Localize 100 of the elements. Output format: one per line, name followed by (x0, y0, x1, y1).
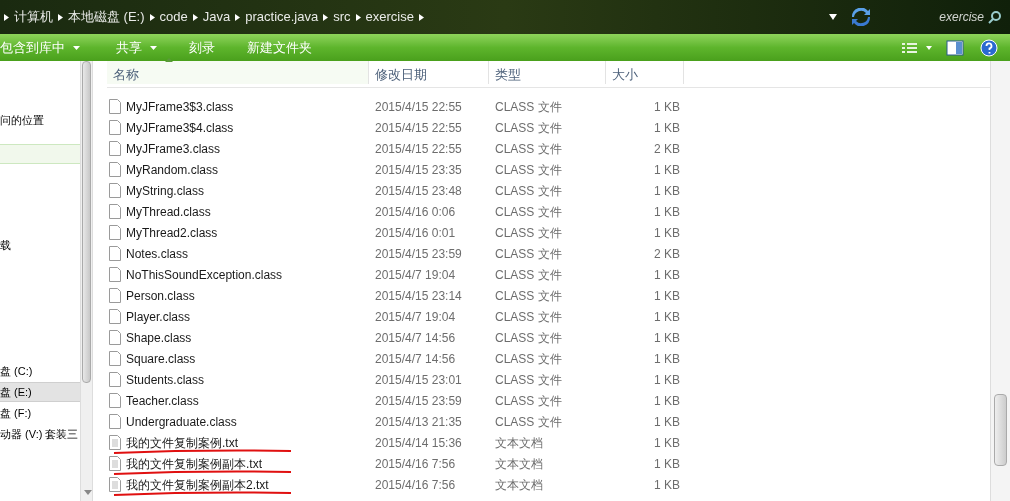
help-icon[interactable] (980, 38, 998, 57)
search-icon (988, 10, 1002, 24)
type-cell-text: CLASS 文件 (494, 266, 563, 284)
type-cell-text: CLASS 文件 (494, 287, 563, 305)
date-cell-text: 2015/4/15 23:48 (374, 182, 463, 200)
size-cell-text: 1 KB (653, 329, 681, 347)
breadcrumb-item[interactable]: src (333, 7, 351, 27)
file-name[interactable]: Square.class (126, 349, 196, 368)
date-cell-text: 2015/4/15 22:55 (374, 140, 463, 158)
file-name[interactable]: Undergraduate.class (126, 412, 237, 431)
file-name[interactable]: MyJFrame3$4.class (126, 118, 234, 137)
file-name[interactable]: 我的文件复制案例.txt (126, 433, 238, 452)
column-header[interactable]: 类型 (489, 61, 606, 84)
scrollbar[interactable] (990, 61, 1010, 501)
file-name[interactable]: NoThisSoundException.class (126, 265, 283, 284)
chevron-icon[interactable] (192, 13, 198, 21)
file-name[interactable]: 我的文件复制案例副本.txt (126, 454, 262, 473)
preview-pane-icon[interactable] (946, 39, 964, 56)
nav-item[interactable]: 问的位置 (0, 110, 80, 130)
file-name[interactable]: MyJFrame3$3.class (126, 97, 234, 116)
size-cell-text: 1 KB (653, 455, 681, 473)
size-cell-text: 1 KB (653, 308, 681, 326)
nav-item[interactable]: 盘 (E:) (0, 382, 80, 402)
chevron-icon[interactable] (235, 13, 241, 21)
type-cell-text: CLASS 文件 (494, 413, 563, 431)
caret-icon (73, 45, 80, 50)
file-name[interactable]: MyThread.class (126, 202, 211, 221)
type-cell-text: CLASS 文件 (494, 308, 563, 326)
breadcrumb-item[interactable]: 本地磁盘 (E:) (68, 7, 145, 27)
date-cell-text: 2015/4/7 14:56 (374, 350, 457, 368)
size-cell-text: 1 KB (653, 119, 681, 137)
view-options-icon[interactable] (900, 40, 934, 55)
file-icon (109, 267, 121, 282)
type-cell-text: CLASS 文件 (494, 161, 563, 179)
file-icon (109, 141, 121, 156)
refresh-icon[interactable] (850, 8, 872, 26)
breadcrumb-item[interactable]: 计算机 (14, 7, 53, 27)
file-icon (109, 309, 121, 324)
scrollbar[interactable] (80, 61, 93, 501)
size-cell-text: 1 KB (653, 203, 681, 221)
type-cell-text: 文本文档 (494, 434, 544, 452)
file-name[interactable]: Students.class (126, 370, 205, 389)
breadcrumb-item[interactable]: practice.java (245, 7, 319, 27)
date-cell-text: 2015/4/16 0:01 (374, 224, 457, 242)
date-cell-text: 2015/4/15 22:55 (374, 98, 463, 116)
file-name[interactable]: Notes.class (126, 244, 189, 263)
nav-item[interactable]: 动器 (V:) 套装三 (0, 424, 80, 444)
column-header[interactable]: 大小 (606, 61, 684, 84)
breadcrumb-item[interactable]: exercise (365, 7, 414, 27)
file-name[interactable]: Person.class (126, 286, 195, 305)
file-name[interactable]: Shape.class (126, 328, 192, 347)
chevron-icon[interactable] (355, 13, 361, 21)
type-cell-text: CLASS 文件 (494, 350, 563, 368)
size-cell-text: 1 KB (653, 98, 681, 116)
date-cell-text: 2015/4/7 19:04 (374, 266, 457, 284)
search-field[interactable]: exercise (888, 6, 1006, 28)
file-icon (109, 456, 121, 471)
chevron-icon[interactable] (149, 13, 155, 21)
size-cell-text: 1 KB (653, 350, 681, 368)
scroll-down-icon[interactable] (84, 490, 92, 495)
column-header[interactable]: 名称 (107, 61, 369, 84)
file-name[interactable]: MyJFrame3.class (126, 139, 220, 158)
file-icon (109, 246, 121, 261)
file-icon (109, 435, 121, 450)
dropdown-icon[interactable] (828, 13, 838, 21)
nav-item[interactable]: 盘 (F:) (0, 403, 80, 423)
file-icon (109, 120, 121, 135)
date-cell-text: 2015/4/7 14:56 (374, 329, 457, 347)
date-cell-text: 2015/4/13 21:35 (374, 413, 463, 431)
file-icon (109, 372, 121, 387)
file-name[interactable]: Teacher.class (126, 391, 199, 410)
column-header[interactable]: 修改日期 (369, 61, 489, 84)
type-cell-text: CLASS 文件 (494, 140, 563, 158)
chevron-icon[interactable] (419, 13, 424, 21)
size-cell-text: 1 KB (653, 371, 681, 389)
date-cell-text: 2015/4/15 23:14 (374, 287, 463, 305)
file-icon (109, 393, 121, 408)
date-cell-text: 2015/4/15 23:35 (374, 161, 463, 179)
size-cell-text: 1 KB (653, 224, 681, 242)
file-name[interactable]: MyRandom.class (126, 160, 219, 179)
chevron-icon[interactable] (58, 13, 63, 21)
date-cell-text: 2015/4/7 19:04 (374, 308, 457, 326)
size-cell-text: 1 KB (653, 392, 681, 410)
type-cell-text: CLASS 文件 (494, 329, 563, 347)
file-name[interactable]: 我的文件复制案例副本2.txt (126, 475, 269, 494)
size-cell-text: 1 KB (653, 266, 681, 284)
type-cell-text: CLASS 文件 (494, 245, 563, 263)
file-name[interactable]: MyString.class (126, 181, 205, 200)
chevron-icon[interactable] (323, 13, 329, 21)
file-name[interactable]: Player.class (126, 307, 191, 326)
breadcrumb-item[interactable]: Java (202, 7, 231, 27)
file-name[interactable]: MyThread2.class (126, 223, 218, 242)
nav-item[interactable]: 载 (0, 235, 80, 255)
nav-item[interactable]: 盘 (C:) (0, 361, 80, 381)
size-cell-text: 1 KB (653, 476, 681, 494)
type-cell-text: CLASS 文件 (494, 182, 563, 200)
type-cell-text: CLASS 文件 (494, 98, 563, 116)
breadcrumb-item[interactable]: code (159, 7, 188, 27)
file-icon (109, 351, 121, 366)
type-cell-text: 文本文档 (494, 476, 544, 494)
